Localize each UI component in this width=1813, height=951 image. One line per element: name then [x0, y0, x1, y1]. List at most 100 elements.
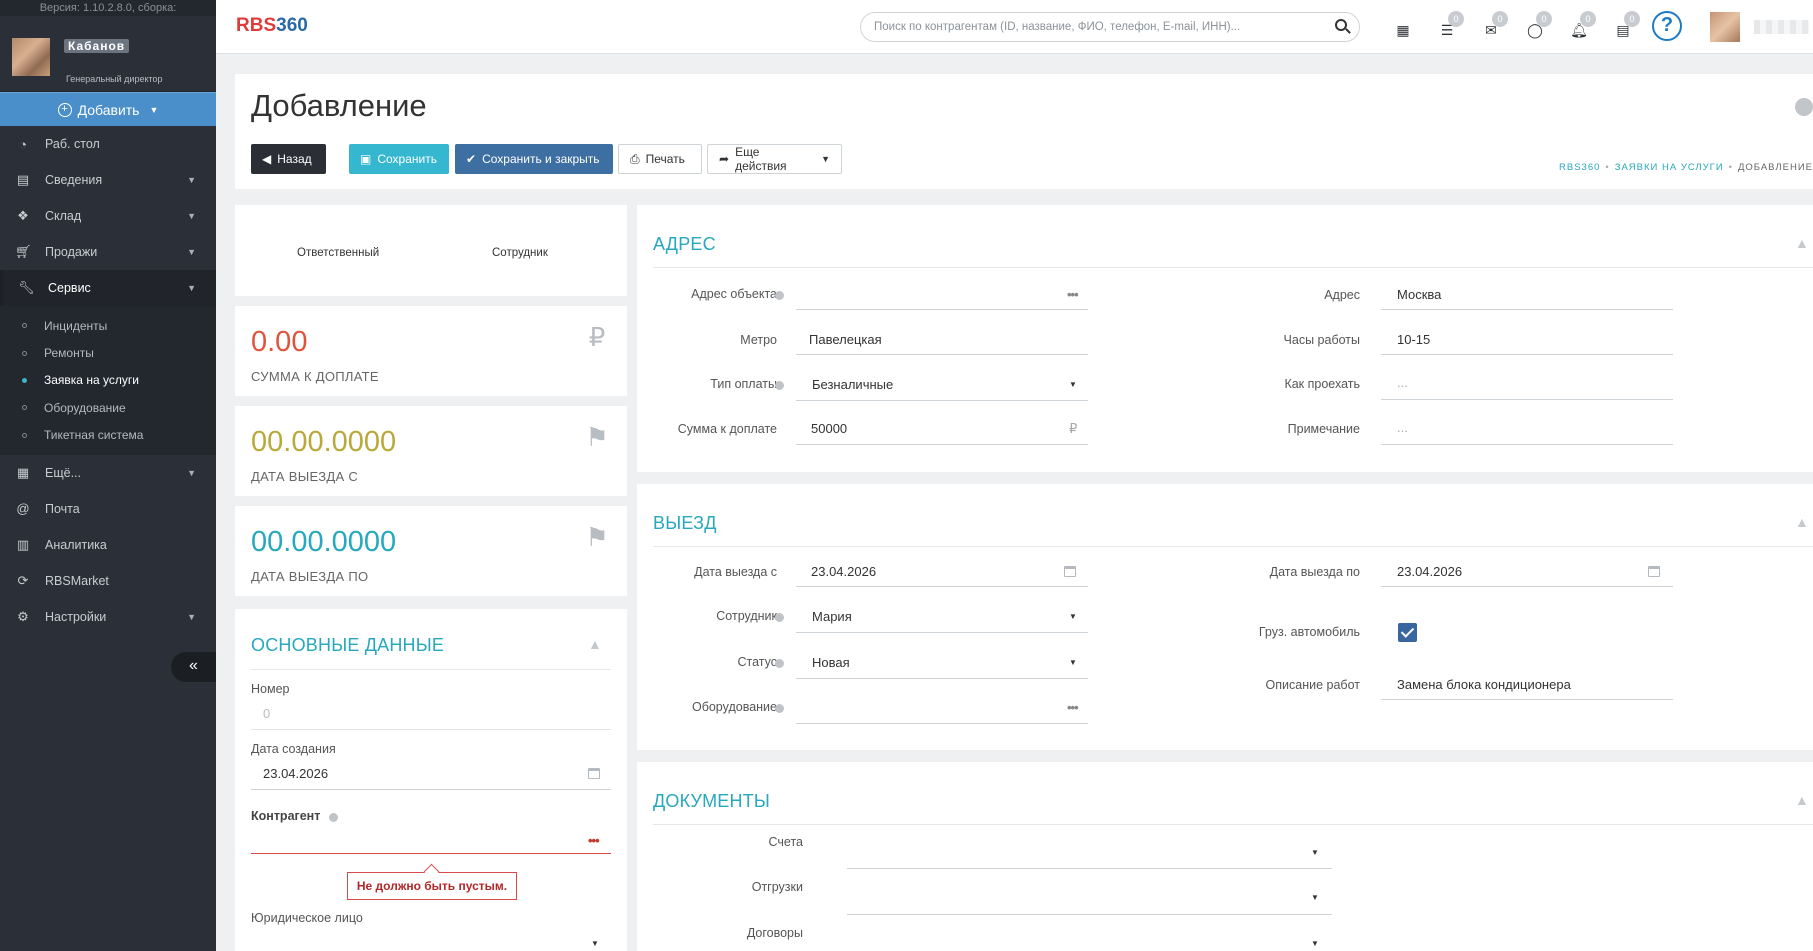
gear-icon[interactable]: [775, 704, 784, 713]
employee-label[interactable]: Сотрудник: [492, 247, 548, 259]
sidebar-item-dashboard[interactable]: ◔ Раб. стол: [0, 126, 216, 162]
bell-icon[interactable]: 🔔︎ 0: [1570, 11, 1596, 38]
chat-icon[interactable]: ◯ 0: [1526, 11, 1552, 38]
invoices-label: Счета: [768, 835, 803, 849]
date-to-underline: [1381, 586, 1673, 587]
caret-down-icon[interactable]: ▼: [591, 939, 599, 948]
shipments-select[interactable]: [847, 914, 1332, 915]
documents-card: ДОКУМЕНТЫ ▲ Счета ▼ Отгрузки ▼ Договоры …: [637, 762, 1813, 951]
avatar[interactable]: [12, 38, 50, 76]
collapse-arrow-icon[interactable]: ▲: [1795, 514, 1809, 530]
back-button[interactable]: ◀ Назад: [251, 144, 326, 174]
work-hours-field[interactable]: 10-15: [1397, 332, 1430, 347]
work-description-label: Описание работ: [1265, 678, 1360, 692]
sub-item-repairs[interactable]: Ремонты: [0, 339, 216, 366]
inbox-icon[interactable]: ▤ 0: [1614, 11, 1640, 38]
search-icon[interactable]: [1335, 19, 1347, 31]
note-underline: [1381, 444, 1673, 445]
sidebar-item-mail[interactable]: @ Почта: [0, 491, 216, 527]
truck-checkbox[interactable]: [1398, 623, 1417, 642]
caret-down-icon[interactable]: ▼: [1311, 893, 1319, 902]
caret-down-icon[interactable]: ▼: [1069, 380, 1077, 389]
user-menu[interactable]: [1754, 20, 1809, 34]
status-select[interactable]: Новая: [812, 655, 850, 670]
sub-item-incidents[interactable]: Инциденты: [0, 312, 216, 339]
sidebar-item-more[interactable]: ▦ Ещё... ▼: [0, 455, 216, 491]
caret-down-icon: ▼: [187, 175, 196, 185]
calendar-icon[interactable]: [588, 768, 600, 779]
contractor-field[interactable]: [251, 853, 611, 854]
collapse-sidebar-button[interactable]: «: [171, 652, 216, 682]
route-field[interactable]: ...: [1397, 375, 1408, 390]
gear-icon[interactable]: [775, 291, 784, 300]
note-field[interactable]: ...: [1397, 420, 1408, 435]
sidebar-item-sales[interactable]: 🛒︎ Продажи ▼: [0, 234, 216, 270]
user-block[interactable]: Кабанов Генеральный директор: [0, 16, 216, 92]
date-from-field[interactable]: 23.04.2026: [811, 564, 876, 579]
invoices-select[interactable]: [847, 868, 1332, 869]
calendar-icon[interactable]: ▦: [1394, 22, 1412, 38]
date-to-field[interactable]: 23.04.2026: [1397, 564, 1462, 579]
caret-down-icon[interactable]: ▼: [1069, 612, 1077, 621]
sidebar-item-service[interactable]: 🔧︎ Сервис ▼: [0, 270, 216, 306]
sum-underline: [796, 444, 1088, 445]
envelope-icon[interactable]: ✉ 0: [1482, 11, 1508, 38]
caret-down-icon[interactable]: ▼: [1311, 939, 1319, 948]
metro-field[interactable]: Павелецкая: [809, 332, 882, 347]
more-dots-icon[interactable]: •••: [1067, 287, 1079, 302]
caret-down-icon[interactable]: ▼: [1311, 848, 1319, 857]
add-button[interactable]: + Добавить ▼: [0, 92, 216, 126]
breadcrumb-requests[interactable]: ЗАЯВКИ НА УСЛУГИ: [1615, 162, 1724, 173]
save-button[interactable]: ▣ Сохранить: [349, 144, 449, 174]
number-field[interactable]: 0: [263, 706, 270, 721]
note-label: Примечание: [1287, 422, 1360, 436]
print-button[interactable]: ⎙ Печать: [618, 144, 702, 174]
avatar[interactable]: [1710, 12, 1740, 42]
task-list-icon[interactable]: ☰ 0: [1438, 11, 1464, 38]
address-field[interactable]: Москва: [1397, 287, 1441, 302]
sidebar-item-info[interactable]: ▤ Сведения ▼: [0, 162, 216, 198]
sidebar-item-analytics[interactable]: ▥ Аналитика: [0, 527, 216, 563]
equipment-field[interactable]: [796, 723, 1088, 724]
gear-icon[interactable]: [775, 613, 784, 622]
gear-icon[interactable]: [775, 381, 784, 390]
bullet-icon: [22, 350, 27, 356]
more-dots-icon[interactable]: •••: [1067, 700, 1079, 715]
sidebar-item-rbsmarket[interactable]: ⟳ RBSMarket: [0, 563, 216, 599]
created-date-field[interactable]: 23.04.2026: [263, 766, 328, 781]
sidebar-item-settings[interactable]: ⚙ Настройки ▼: [0, 599, 216, 635]
gear-icon[interactable]: [329, 813, 338, 822]
help-icon[interactable]: ?: [1652, 11, 1682, 41]
sum-field[interactable]: 50000: [811, 421, 847, 436]
calendar-icon[interactable]: [1648, 566, 1660, 577]
employee-select[interactable]: Мария: [812, 609, 852, 624]
id-card-icon: ▤: [16, 172, 30, 187]
caret-down-icon[interactable]: ▼: [1069, 658, 1077, 667]
breadcrumb-root[interactable]: RBS360: [1559, 162, 1600, 173]
sidebar-item-label: Склад: [45, 209, 82, 223]
more-actions-button[interactable]: ➦ Еще действия ▼: [707, 144, 842, 174]
gear-icon[interactable]: [775, 659, 784, 668]
truck-label: Груз. автомобиль: [1258, 625, 1360, 639]
plus-circle-icon: +: [57, 102, 72, 117]
save-close-button[interactable]: ✔ Сохранить и закрыть: [455, 144, 613, 174]
sub-item-service-requests[interactable]: Заявка на услуги: [0, 367, 216, 394]
calendar-icon[interactable]: [1064, 566, 1076, 577]
collapse-arrow-icon[interactable]: ▲: [588, 636, 602, 652]
chat-badge: 0: [1536, 11, 1552, 27]
responsible-label[interactable]: Ответственный: [297, 247, 379, 259]
payment-type-select[interactable]: Безналичные: [812, 377, 893, 392]
work-description-field[interactable]: Замена блока кондиционера: [1397, 677, 1571, 692]
gear-icon[interactable]: [1795, 98, 1813, 116]
search-input[interactable]: Поиск по контрагентам (ID, название, ФИО…: [860, 12, 1360, 42]
collapse-arrow-icon[interactable]: ▲: [1795, 235, 1809, 251]
work-hours-underline: [1381, 354, 1673, 355]
logo[interactable]: RBS360: [236, 15, 308, 37]
sidebar-item-warehouse[interactable]: ❖ Склад ▼: [0, 198, 216, 234]
exit-card: ВЫЕЗД ▲ Дата выезда с 23.04.2026 Сотрудн…: [637, 484, 1813, 750]
collapse-arrow-icon[interactable]: ▲: [1795, 792, 1809, 808]
sub-item-equipment[interactable]: Оборудование: [0, 394, 216, 421]
sub-item-label: Оборудование: [44, 400, 126, 415]
more-dots-icon[interactable]: •••: [588, 833, 600, 848]
sub-item-tickets[interactable]: Тикетная система: [0, 422, 216, 449]
